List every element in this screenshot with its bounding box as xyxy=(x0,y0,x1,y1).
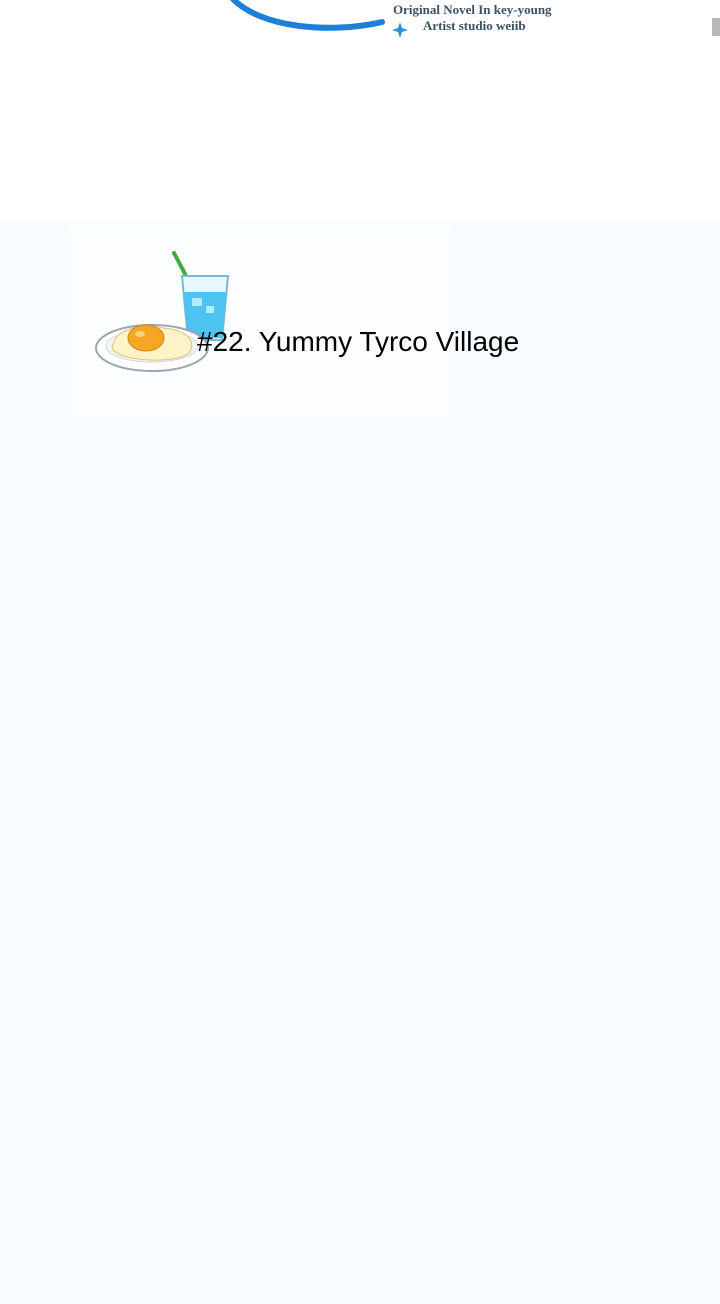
episode-title: #22. Yummy Tyrco Village xyxy=(197,326,520,357)
credit-line-original-novel: Original Novel In key-young xyxy=(393,2,552,17)
credits-block: Original Novel In key-young Artist studi… xyxy=(393,2,552,34)
episode-title-row: #22. Yummy Tyrco Village xyxy=(94,248,554,378)
scrollbar-thumb[interactable] xyxy=(712,18,720,36)
credit-line-artist: Artist studio weiib xyxy=(423,18,526,33)
header-banner: Original Novel In key-young Artist studi… xyxy=(0,0,720,60)
logo-swoosh xyxy=(229,0,385,31)
fried-egg-and-soda-icon xyxy=(95,251,230,372)
